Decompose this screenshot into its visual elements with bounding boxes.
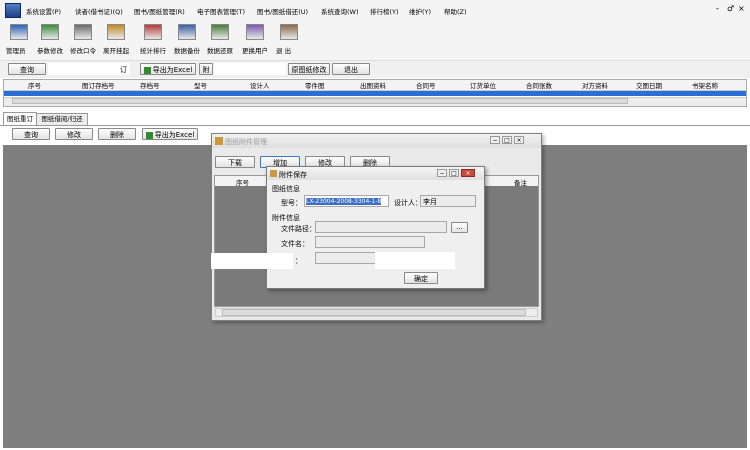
query-button[interactable]: 查询 bbox=[8, 63, 46, 75]
toolbar-label[interactable]: 离开挂起 bbox=[103, 45, 129, 55]
model-value: LX-23004-2008-3304-1-8 bbox=[306, 198, 382, 205]
switch-user-icon[interactable] bbox=[246, 24, 264, 40]
attachment-info-group: 附件信息 bbox=[272, 214, 300, 222]
grid-column-header[interactable]: 出图资料 bbox=[360, 80, 386, 90]
grid-column-header[interactable]: 交图日期 bbox=[636, 80, 662, 90]
menu-item[interactable]: 系统查询(W) bbox=[321, 6, 359, 16]
query-field[interactable] bbox=[48, 63, 130, 75]
admin-icon[interactable] bbox=[10, 24, 28, 40]
save-dialog-title: 附件保存 bbox=[279, 171, 307, 179]
redaction-left bbox=[211, 253, 293, 269]
grid-column-header[interactable]: 序号 bbox=[28, 80, 41, 90]
tab-borrow-return[interactable]: 图纸借阅/归还 bbox=[36, 113, 88, 125]
browse-button[interactable]: ... bbox=[451, 222, 468, 233]
model-label: 型号： bbox=[281, 199, 302, 207]
window-icon bbox=[215, 137, 223, 145]
tab-strip bbox=[0, 111, 750, 126]
backup-icon[interactable] bbox=[178, 24, 196, 40]
toolbar-label[interactable]: 修改口令 bbox=[70, 45, 96, 55]
mdi-window-controls: - ♂ × bbox=[716, 4, 748, 16]
grid-column-header[interactable]: 设计人 bbox=[250, 80, 270, 90]
file-path-label: 文件路径： bbox=[281, 225, 316, 233]
menu-item[interactable]: 图书/图纸借还(U) bbox=[257, 6, 308, 16]
model-field[interactable]: LX-23004-2008-3304-1-8 bbox=[304, 195, 389, 207]
toolbar-label[interactable]: 更换用户 bbox=[242, 45, 268, 55]
ding-label: 订 bbox=[120, 66, 127, 74]
file-name-label: 文件名： bbox=[281, 240, 309, 248]
menu-item[interactable]: 电子图表管理(T) bbox=[197, 6, 245, 16]
dialog-icon bbox=[270, 170, 277, 177]
tab-modify-button[interactable]: 修改 bbox=[55, 128, 93, 140]
file-path-field[interactable] bbox=[315, 221, 447, 233]
drawing-info-group: 图纸信息 bbox=[272, 185, 300, 193]
modify-original-button[interactable]: 原图纸修改 bbox=[288, 63, 330, 75]
grid-column-header[interactable]: 对方资料 bbox=[582, 80, 608, 90]
grid-column-header[interactable]: 合同张数 bbox=[526, 80, 552, 90]
menu-item[interactable]: 读者(借书证)(Q) bbox=[75, 6, 123, 16]
close-control[interactable]: × bbox=[738, 4, 745, 13]
redaction-right bbox=[375, 252, 455, 269]
designer-value: 李月 bbox=[423, 198, 437, 206]
attachment-col-index: 序号 bbox=[236, 179, 249, 187]
exit-button[interactable]: 退出 bbox=[332, 63, 370, 75]
fu-button[interactable]: 附 bbox=[199, 63, 213, 75]
tab-delete-button[interactable]: 删除 bbox=[98, 128, 136, 140]
excel-icon bbox=[145, 131, 153, 139]
scroll-thumb[interactable] bbox=[12, 98, 628, 104]
attachment-col-remark: 备注 bbox=[514, 179, 527, 187]
ok-button[interactable]: 确定 bbox=[404, 272, 438, 284]
toolbar-label[interactable]: 统计排行 bbox=[140, 45, 166, 55]
grid-column-header[interactable]: 存档号 bbox=[140, 80, 160, 90]
tab-export-excel-button[interactable]: 导出为Excel bbox=[142, 128, 198, 140]
close-button[interactable]: × bbox=[514, 136, 524, 144]
dialog-minimize-button[interactable]: − bbox=[437, 169, 447, 177]
dialog-maximize-button[interactable]: □ bbox=[449, 169, 459, 177]
grid-column-header[interactable]: 图订存档号 bbox=[82, 80, 115, 90]
restore-control[interactable]: ♂ bbox=[727, 4, 734, 13]
attachment-window-title: 图纸附件管理 bbox=[225, 138, 267, 146]
grid-column-header[interactable]: 型号 bbox=[194, 80, 207, 90]
selected-row[interactable] bbox=[4, 91, 746, 96]
remark-label: ： bbox=[295, 257, 302, 265]
download-button[interactable]: 下载 bbox=[215, 156, 255, 168]
menu-item[interactable]: 系统设置(P) bbox=[26, 6, 61, 16]
toolbar-label[interactable]: 退 出 bbox=[276, 45, 291, 55]
suspend-icon[interactable] bbox=[107, 24, 125, 40]
excel-icon bbox=[143, 66, 151, 74]
menu-item[interactable]: 维护(Y) bbox=[409, 6, 431, 16]
app-icon bbox=[5, 3, 21, 18]
blank-field bbox=[214, 63, 286, 75]
tab-export-excel-label: 导出为Excel bbox=[154, 131, 195, 139]
designer-label: 设计人： bbox=[394, 199, 422, 207]
file-name-field[interactable] bbox=[315, 236, 425, 248]
attachment-scroll-thumb[interactable] bbox=[222, 309, 526, 316]
tab-query-button[interactable]: 查询 bbox=[12, 128, 50, 140]
minimize-button[interactable]: − bbox=[490, 136, 500, 144]
toolbar-label[interactable]: 数据备份 bbox=[174, 45, 200, 55]
grid-column-header[interactable]: 书架名称 bbox=[692, 80, 718, 90]
toolbar-label[interactable]: 管理员 bbox=[6, 45, 26, 55]
grid-column-header[interactable]: 订货单位 bbox=[470, 80, 496, 90]
minimize-control[interactable]: - bbox=[716, 4, 719, 13]
grid-column-header[interactable]: 合同号 bbox=[416, 80, 436, 90]
tab-redraw[interactable]: 图纸重订 bbox=[3, 112, 37, 125]
exit-icon[interactable] bbox=[280, 24, 298, 40]
toolbar-label[interactable]: 数据还原 bbox=[207, 45, 233, 55]
grid-column-header[interactable]: 零件图 bbox=[305, 80, 325, 90]
menu-item[interactable]: 图书/图纸管理(R) bbox=[134, 6, 185, 16]
dialog-close-button[interactable]: × bbox=[461, 169, 475, 177]
menu-item[interactable]: 帮助(Z) bbox=[444, 6, 467, 16]
maximize-button[interactable]: □ bbox=[502, 136, 512, 144]
key-icon[interactable] bbox=[74, 24, 92, 40]
export-excel-button[interactable]: 导出为Excel bbox=[140, 63, 196, 75]
stats-icon[interactable] bbox=[144, 24, 162, 40]
settings-icon[interactable] bbox=[41, 24, 59, 40]
toolbar-label[interactable]: 参数修改 bbox=[37, 45, 63, 55]
restore-icon[interactable] bbox=[211, 24, 229, 40]
export-excel-label: 导出为Excel bbox=[152, 66, 193, 74]
designer-field[interactable]: 李月 bbox=[420, 195, 476, 207]
menu-item[interactable]: 排行榜(Y) bbox=[370, 6, 399, 16]
